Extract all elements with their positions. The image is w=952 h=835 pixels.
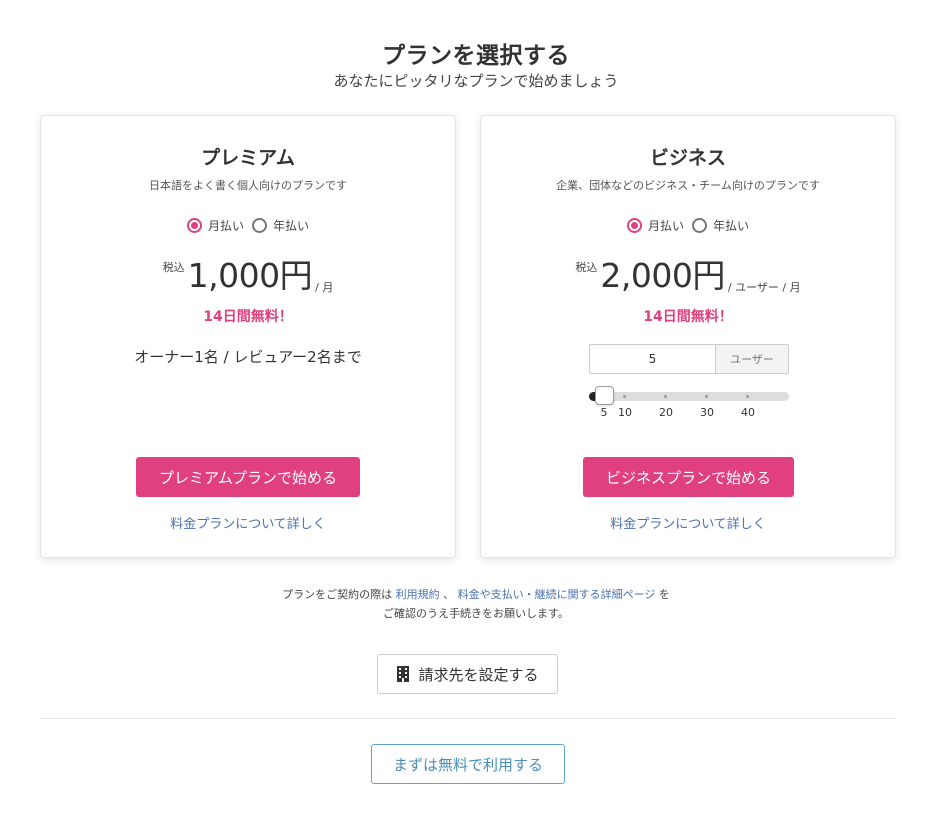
price-block: 税込 1,000円 / 月 <box>41 256 455 296</box>
terms-notice: プランをご契約の際は 利用規約 、 料金や支払い・継続に関する詳細ページ を ご… <box>0 585 952 623</box>
business-plan-card: ビジネス 企業、団体などのビジネス・チーム向けのプランです 月払い 年払い 税込… <box>480 115 896 558</box>
price-period: / ユーザー / 月 <box>727 281 801 294</box>
slider-tick <box>746 395 749 398</box>
terms-of-service-link[interactable]: 利用規約 <box>396 588 440 601</box>
user-count-unit: ユーザー <box>715 344 789 374</box>
slider-tick-label: 20 <box>659 406 673 419</box>
tax-included-label: 税込 <box>162 261 185 274</box>
billing-yearly-option[interactable]: 年払い <box>692 217 749 234</box>
premium-plan-card: プレミアム 日本語をよく書く個人向けのプランです 月払い 年払い 税込 1,00… <box>40 115 456 558</box>
price-period: / 月 <box>315 281 334 294</box>
set-billing-address-button[interactable]: 請求先を設定する <box>377 654 558 694</box>
terms-suffix: を <box>658 588 670 601</box>
slider-tick-label: 40 <box>741 406 755 419</box>
slider-tick-label: 5 <box>600 406 608 419</box>
billing-cycle-radio-group: 月払い 年払い <box>481 217 895 234</box>
user-count-slider[interactable]: 5 10 20 30 40 <box>589 384 789 420</box>
start-premium-button[interactable]: プレミアムプランで始める <box>136 457 360 497</box>
radio-unchecked-icon[interactable] <box>252 218 267 233</box>
billing-yearly-label: 年払い <box>273 219 310 233</box>
page-subtitle: あなたにピッタリなプランで始めましょう <box>333 72 619 90</box>
user-count-field: ユーザー <box>589 344 789 374</box>
price-amount: 2,000円 <box>600 256 725 295</box>
plan-description: 企業、団体などのビジネス・チーム向けのプランです <box>556 179 820 192</box>
billing-details-link[interactable]: 料金や支払い・継続に関する詳細ページ <box>458 588 656 601</box>
billing-monthly-option[interactable]: 月払い <box>626 217 684 234</box>
billing-monthly-label: 月払い <box>207 219 244 233</box>
section-divider <box>40 718 896 719</box>
billing-yearly-label: 年払い <box>713 219 750 233</box>
pricing-details-link[interactable]: 料金プランについて詳しく <box>41 513 455 532</box>
plan-name: プレミアム <box>201 147 295 169</box>
set-billing-address-label: 請求先を設定する <box>418 665 539 684</box>
radio-checked-icon[interactable] <box>626 218 642 233</box>
plan-selection-page: プランを選択する あなたにピッタリなプランで始めましょう プレミアム 日本語をよ… <box>0 0 952 835</box>
terms-line-2: ご確認のうえ手続きをお願いします。 <box>383 607 569 620</box>
use-free-button[interactable]: まずは無料で利用する <box>371 744 565 784</box>
slider-tick-label: 10 <box>618 406 632 419</box>
billing-yearly-option[interactable]: 年払い <box>252 217 309 234</box>
price-block: 税込 2,000円 / ユーザー / 月 <box>481 256 895 296</box>
terms-prefix: プランをご契約の際は <box>282 588 393 601</box>
plan-description: 日本語をよく書く個人向けのプランです <box>149 179 347 192</box>
free-trial-label: 14日間無料！ <box>643 309 733 325</box>
slider-tick <box>705 395 708 398</box>
user-count-input[interactable] <box>589 344 715 374</box>
plan-name: ビジネス <box>649 147 726 169</box>
free-trial-label: 14日間無料！ <box>203 309 293 325</box>
terms-separator: 、 <box>443 588 455 601</box>
terms-line-1: プランをご契約の際は 利用規約 、 料金や支払い・継続に関する詳細ページ を <box>0 585 952 604</box>
slider-tick <box>623 395 626 398</box>
slider-track[interactable] <box>589 392 789 401</box>
billing-cycle-radio-group: 月払い 年払い <box>41 217 455 234</box>
slider-tick-label: 30 <box>700 406 714 419</box>
page-title: プランを選択する <box>382 43 570 69</box>
start-business-button[interactable]: ビジネスプランで始める <box>583 457 794 497</box>
pricing-details-link[interactable]: 料金プランについて詳しく <box>481 513 895 532</box>
member-limit-text: オーナー1名 / レビュアー2名まで <box>134 348 362 366</box>
tax-included-label: 税込 <box>575 261 598 274</box>
price-amount: 1,000円 <box>187 256 313 295</box>
billing-monthly-label: 月払い <box>647 219 684 233</box>
radio-unchecked-icon[interactable] <box>692 218 707 233</box>
billing-monthly-option[interactable]: 月払い <box>186 217 244 234</box>
slider-handle[interactable] <box>595 386 614 405</box>
radio-checked-icon[interactable] <box>186 218 202 233</box>
slider-tick <box>664 395 667 398</box>
building-icon <box>397 666 410 682</box>
